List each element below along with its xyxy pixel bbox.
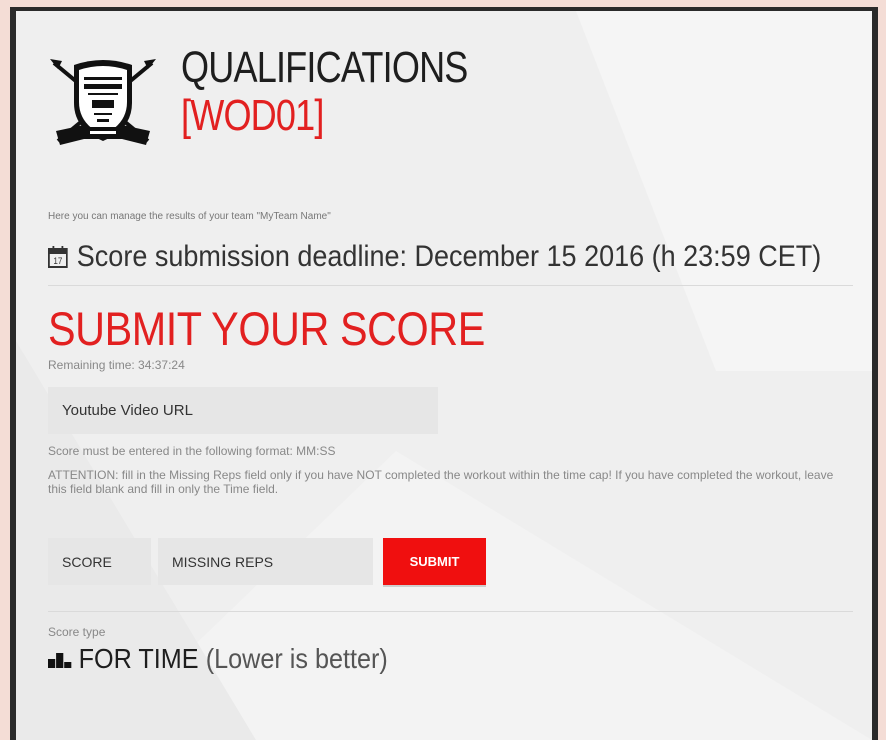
wod-label: [WOD01]: [181, 91, 324, 140]
remaining-time: Remaining time: 34:37:24: [48, 358, 185, 372]
calendar-icon: 17: [48, 246, 68, 268]
page-title: QUALIFICATIONS: [181, 43, 468, 92]
attention-text: ATTENTION: fill in the Missing Reps fiel…: [48, 468, 834, 496]
score-type-value: FOR TIME (Lower is better): [48, 643, 388, 675]
submit-button[interactable]: SUBMIT: [383, 538, 486, 585]
deadline-text: Score submission deadline: December 15 2…: [76, 240, 822, 273]
calendar-day: 17: [53, 256, 62, 267]
deadline-line: 17 Score submission deadline: December 1…: [48, 240, 821, 274]
podium-icon: [48, 653, 72, 668]
score-type-text: FOR TIME: [78, 643, 199, 674]
header: QUALIFICATIONS [WOD01]: [48, 41, 648, 151]
submit-heading: SUBMIT YOUR SCORE: [48, 302, 485, 355]
score-input[interactable]: [48, 538, 151, 585]
intro-text: Here you can manage the results of your …: [48, 211, 331, 222]
format-hint: Score must be entered in the following f…: [48, 444, 336, 458]
crest-shield-logo: [50, 59, 156, 145]
divider: [48, 611, 853, 612]
youtube-url-input[interactable]: [48, 387, 438, 434]
divider: [48, 285, 853, 286]
score-type-label: Score type: [48, 625, 106, 639]
score-type-note: (Lower is better): [205, 643, 388, 674]
main-panel: QUALIFICATIONS [WOD01] Here you can mana…: [16, 11, 872, 740]
missing-reps-input[interactable]: [158, 538, 373, 585]
